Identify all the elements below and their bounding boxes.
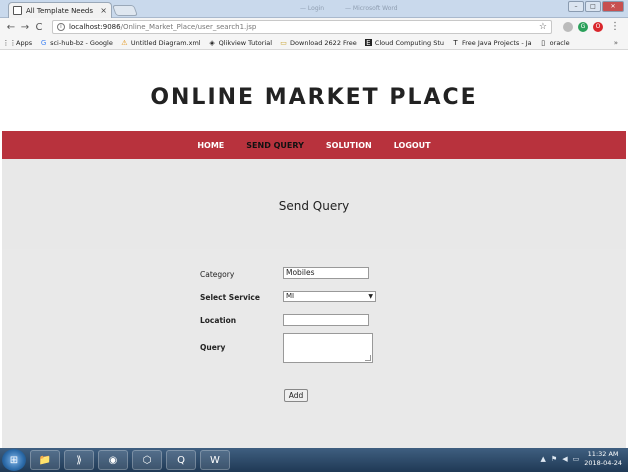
network-icon[interactable]: ▭ [573,455,580,463]
background-window-title: — Microsoft Word [345,5,398,12]
browser-titlebar: All Template Needs × — Login — Microsoft… [0,0,628,18]
menu-dots-icon[interactable]: ⋮ [608,21,622,32]
location-label: Location [200,316,237,325]
more-bookmarks-icon[interactable]: » [614,39,618,47]
service-select[interactable]: MI ▼ [283,291,376,302]
action-center-icon[interactable]: ⚑ [551,455,557,463]
bookmark-item[interactable]: E Cloud Computing Stu [364,38,444,47]
hero-banner: Send Query [2,159,626,249]
extension-icon[interactable] [563,21,573,32]
dropdown-arrow-icon: ▼ [368,293,373,300]
site-title: ONLINE MARKET PLACE [150,85,478,110]
start-button[interactable]: ⊞ [2,449,26,471]
bookmark-item[interactable]: ▯ oracle [540,38,569,47]
show-hidden-icons-icon[interactable]: ▲ [541,455,546,463]
site-icon: E [364,38,372,47]
address-bar[interactable]: i localhost:9086/Online_Market_Place/use… [52,20,552,34]
info-icon[interactable]: i [57,23,65,31]
grammarly-icon[interactable]: G [578,21,588,32]
close-window-button[interactable]: ✕ [602,1,624,12]
virtualbox-icon[interactable]: ⬡ [132,450,162,470]
bookmark-item[interactable]: ◈ Qlikview Tutorial [209,39,272,47]
query-form: Category Mobiles Select Service MI ▼ Loc… [2,249,626,448]
chrome-icon[interactable]: ◉ [98,450,128,470]
diagram-icon: ⚠ [121,38,128,47]
query-label: Query [200,343,226,352]
forward-arrow-icon[interactable]: → [18,22,32,33]
page-content: ONLINE MARKET PLACE HOME SEND QUERY SOLU… [0,51,628,448]
apps-grid-icon: ⋮⋮ [2,38,17,47]
page-heading: Send Query [278,199,350,213]
url-text: localhost:9086/Online_Market_Place/user_… [69,23,257,31]
system-tray: ▲ ⚑ ◀ ▭ 11:32 AM 2018-04-24 [541,450,622,468]
bookmark-item[interactable]: Gsci-hub-bz - Google [40,39,113,47]
bookmark-star-icon[interactable]: ☆ [539,22,547,32]
explorer-icon[interactable]: 📁 [30,450,60,470]
bookmark-item[interactable]: T Free Java Projects - Ja [452,38,531,47]
tab-title: All Template Needs [26,6,94,15]
bookmark-item[interactable]: ⋮⋮ Apps [2,38,33,47]
tab-close-icon[interactable]: × [100,6,107,15]
page-icon: ▯ [541,38,546,47]
google-icon: G [40,38,47,47]
site-icon: T [453,38,458,47]
nav-send-query[interactable]: SEND QUERY [246,141,304,150]
add-button[interactable]: Add [284,389,308,402]
window-controls: – □ ✕ [568,1,624,12]
word-icon[interactable]: W [200,450,230,470]
minimize-button[interactable]: – [568,1,584,12]
main-navbar: HOME SEND QUERY SOLUTION LOGOUT [2,131,626,159]
bookmark-item[interactable]: ⚠ Untitled Diagram.xml [121,38,200,47]
clock[interactable]: 11:32 AM 2018-04-24 [584,450,622,468]
qlikview-icon[interactable]: Q [166,450,196,470]
volume-icon[interactable]: ◀ [562,455,567,463]
category-label: Category [200,270,235,279]
eclipse-icon[interactable]: ⟫ [64,450,94,470]
windows-taskbar: ⊞ 📁 ⟫ ◉ ⬡ Q W ▲ ⚑ ◀ ▭ 11:32 AM 2018-04-2… [0,448,628,472]
nav-home[interactable]: HOME [197,141,224,150]
category-field[interactable]: Mobiles [283,267,369,279]
nav-solution[interactable]: SOLUTION [326,141,372,150]
opera-icon[interactable]: O [593,21,603,32]
reload-icon[interactable]: C [32,22,46,33]
new-tab-button[interactable] [111,5,139,16]
service-label: Select Service [200,293,260,302]
tutorial-icon: ◈ [209,38,215,47]
background-window-title: — Login [300,5,325,12]
extension-icons: G O ⋮ [563,21,622,32]
browser-toolbar: ← → C i localhost:9086/Online_Market_Pla… [0,18,628,36]
bookmark-item[interactable]: ▭ Download 2622 Free [280,39,357,47]
maximize-button[interactable]: □ [585,1,601,12]
location-field[interactable] [283,314,369,326]
bookmarks-bar: ⋮⋮ Apps Gsci-hub-bz - Google ⚠ Untitled Di… [0,36,628,50]
folder-icon: ▭ [280,38,287,47]
back-arrow-icon[interactable]: ← [4,22,18,33]
query-textarea[interactable] [283,333,373,363]
browser-tab[interactable]: All Template Needs × [8,2,112,18]
page-favicon-icon [13,6,22,15]
nav-logout[interactable]: LOGOUT [394,141,431,150]
